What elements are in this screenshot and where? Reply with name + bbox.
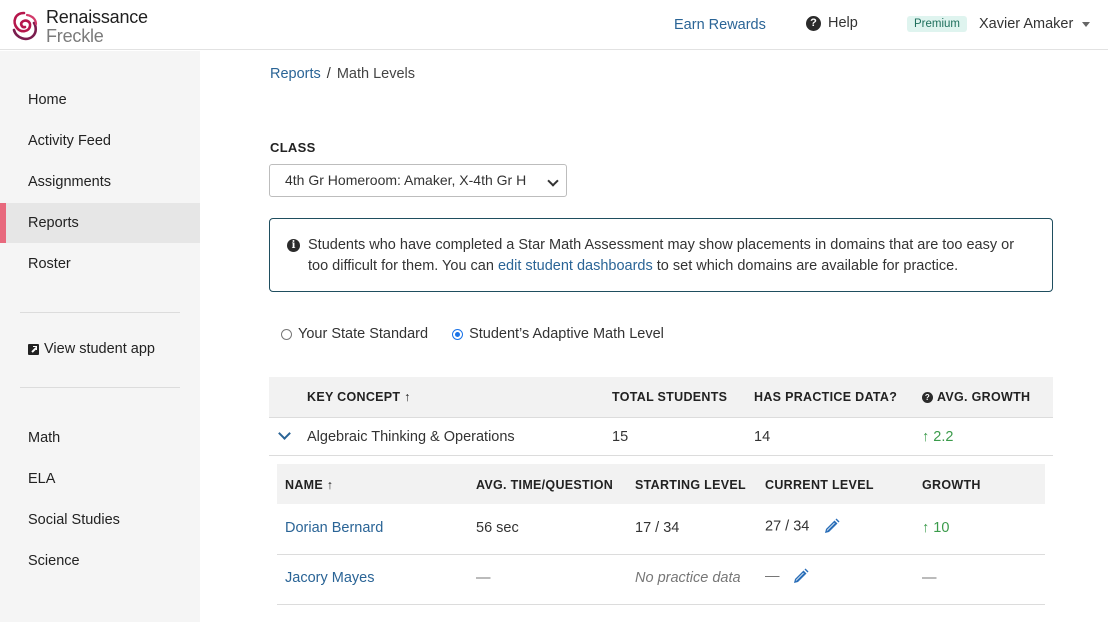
avg-growth-value: ↑ 2.2: [922, 429, 954, 445]
avg-time-header: AVG. TIME/QUESTION: [476, 478, 614, 492]
sidebar-item-ela[interactable]: ELA: [0, 459, 200, 499]
info-circle-icon: i: [287, 239, 300, 252]
chevron-down-icon: [547, 175, 559, 187]
radio-adaptive-level[interactable]: [452, 328, 464, 340]
renaissance-freckle-logo[interactable]: Renaissance Freckle: [9, 8, 148, 46]
user-name: Xavier Amaker: [979, 16, 1074, 32]
question-circle-icon: ?: [922, 392, 933, 403]
radio-state-standard-label[interactable]: Your State Standard: [298, 326, 428, 342]
breadcrumb-reports-link[interactable]: Reports: [270, 66, 321, 82]
earn-rewards-link[interactable]: Earn Rewards: [674, 17, 766, 33]
sidebar-item-activity-feed[interactable]: Activity Feed: [0, 121, 200, 161]
breadcrumb-current: Math Levels: [336, 66, 415, 82]
current-level-cell: —: [765, 568, 809, 585]
class-label: CLASS: [270, 140, 316, 155]
arrow-up-icon: ↑: [922, 520, 930, 536]
caret-down-icon: [1082, 21, 1091, 27]
sidebar-item-assignments[interactable]: Assignments: [0, 162, 200, 202]
info-text-after: to set which domains are available for p…: [652, 258, 959, 274]
info-alert: i Students who have completed a Star Mat…: [269, 218, 1053, 292]
external-link-icon: [28, 343, 39, 355]
current-level-header: CURRENT LEVEL: [765, 478, 874, 492]
student-name-link[interactable]: Dorian Bernard: [285, 520, 383, 536]
sidebar-divider: [20, 312, 180, 313]
total-students-value: 15: [612, 429, 629, 445]
sidebar-item-roster[interactable]: Roster: [0, 244, 200, 284]
view-student-app-label: View student app: [44, 341, 155, 357]
avg-time-value: 56 sec: [476, 520, 519, 536]
sidebar-item-math[interactable]: Math: [0, 418, 200, 458]
logo-product: Freckle: [46, 26, 104, 46]
name-header[interactable]: NAME ↑: [285, 478, 333, 492]
freckle-logo-icon: [12, 11, 38, 41]
premium-badge: Premium: [907, 16, 968, 32]
pencil-icon[interactable]: [823, 518, 840, 535]
starting-level-header: STARTING LEVEL: [635, 478, 746, 492]
has-practice-value: 14: [754, 429, 771, 445]
sidebar-item-reports[interactable]: Reports: [0, 203, 200, 243]
concept-name: Algebraic Thinking & Operations: [307, 429, 515, 445]
help-button[interactable]: ? Help: [806, 15, 858, 31]
level-mode-toggle: Your State Standard Student’s Adaptive M…: [281, 326, 664, 342]
concept-table-header: KEY CONCEPT ↑ TOTAL STUDENTS HAS PRACTIC…: [269, 377, 1053, 418]
sidebar: Home Activity Feed Assignments Reports R…: [0, 51, 200, 622]
pencil-icon[interactable]: [792, 568, 809, 585]
sidebar-item-social-studies[interactable]: Social Studies: [0, 500, 200, 540]
sort-up-icon: ↑: [404, 390, 411, 404]
radio-adaptive-level-label[interactable]: Student’s Adaptive Math Level: [469, 326, 664, 342]
question-circle-icon: ?: [806, 15, 821, 31]
starting-level-value: 17 / 34: [635, 520, 680, 536]
student-table-header: NAME ↑ AVG. TIME/QUESTION STARTING LEVEL…: [277, 464, 1045, 504]
growth-value: —: [922, 570, 937, 586]
table-row: Jacory Mayes — No practice data — —: [277, 555, 1045, 605]
sidebar-item-science[interactable]: Science: [0, 541, 200, 581]
growth-header: GROWTH: [922, 478, 981, 492]
table-row[interactable]: Algebraic Thinking & Operations 15 14 ↑ 2…: [269, 418, 1053, 456]
sidebar-item-home[interactable]: Home: [0, 80, 200, 120]
edit-student-dashboards-link[interactable]: edit student dashboards: [498, 258, 653, 274]
sort-up-icon: ↑: [326, 478, 334, 492]
growth-value: ↑ 10: [922, 520, 950, 536]
key-concept-header[interactable]: KEY CONCEPT ↑: [307, 390, 411, 404]
help-label: Help: [828, 15, 858, 31]
student-name-link[interactable]: Jacory Mayes: [285, 570, 374, 586]
class-select[interactable]: 4th Gr Homeroom: Amaker, X-4th Gr H: [269, 164, 567, 197]
starting-level-value: No practice data: [635, 570, 741, 586]
sidebar-divider: [20, 387, 180, 388]
class-select-value: 4th Gr Homeroom: Amaker, X-4th Gr H: [285, 172, 527, 188]
user-menu[interactable]: Xavier Amaker: [979, 16, 1091, 32]
breadcrumb: Reports / Math Levels: [270, 66, 415, 82]
current-level-value: 27 / 34: [765, 518, 810, 535]
table-row: Dorian Bernard 56 sec 17 / 34 27 / 34 ↑ 1…: [277, 505, 1045, 555]
view-student-app-link[interactable]: View student app: [28, 341, 155, 357]
avg-growth-header[interactable]: ? AVG. GROWTH: [922, 390, 1030, 404]
current-level-cell: 27 / 34: [765, 518, 840, 535]
has-practice-header: HAS PRACTICE DATA?: [754, 390, 898, 404]
radio-state-standard[interactable]: [281, 328, 292, 340]
breadcrumb-separator: /: [326, 66, 331, 82]
current-level-value: —: [765, 568, 780, 585]
top-header: Renaissance Freckle Earn Rewards ? Help …: [0, 0, 1108, 50]
arrow-up-icon: ↑: [922, 429, 930, 445]
chevron-down-icon[interactable]: [278, 427, 291, 440]
logo-name: Renaissance: [46, 7, 148, 27]
total-students-header: TOTAL STUDENTS: [612, 390, 728, 404]
avg-time-value: —: [476, 570, 491, 586]
